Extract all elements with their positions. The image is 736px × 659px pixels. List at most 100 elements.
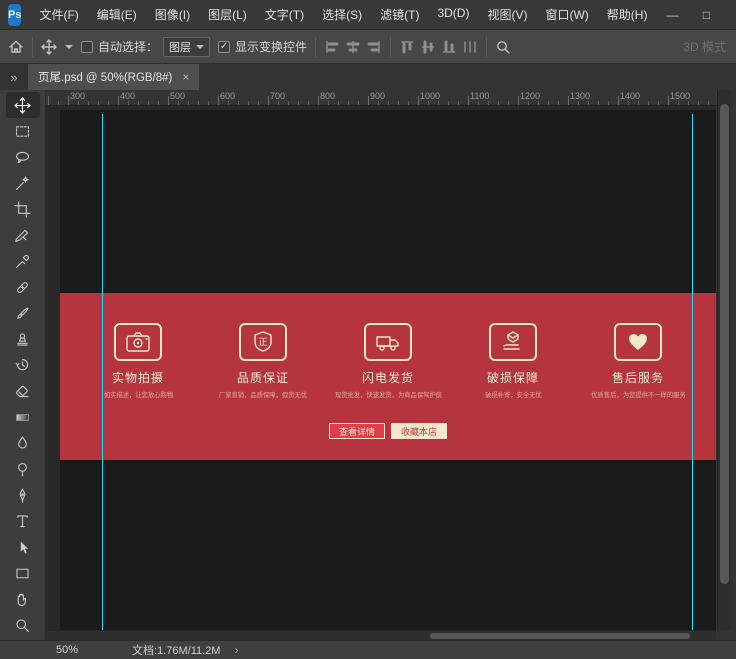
horizontal-scrollbar[interactable] <box>46 630 716 640</box>
show-transform-label: 显示变换控件 <box>235 38 307 55</box>
status-chevron-icon[interactable]: › <box>234 643 238 657</box>
guide-right[interactable] <box>692 114 693 630</box>
show-transform-checkbox[interactable]: ✓ <box>218 41 230 53</box>
menu-view[interactable]: 视图(V) <box>479 2 535 27</box>
align-middle-vertical-icon[interactable] <box>420 39 436 55</box>
feature-subtitle: 现货批发，快速发货，为商品保驾护航 <box>334 391 441 400</box>
distribute-spacing-icon[interactable] <box>462 39 478 55</box>
menu-3d[interactable]: 3D(D) <box>429 2 477 27</box>
ruler-tick: 800 <box>320 91 335 101</box>
canvas-area[interactable]: 实物拍摄 如实描述，让您放心购物 正 品质保证 厂家直销，品质保障，假货无忧 <box>46 106 716 630</box>
document-tab[interactable]: 页尾.psd @ 50%(RGB/8#) × <box>28 64 199 90</box>
feature-subtitle: 厂家直销，品质保障，假货无忧 <box>219 391 307 400</box>
ruler-tick: 1200 <box>520 91 540 101</box>
horizontal-scrollbar-thumb[interactable] <box>430 633 690 639</box>
home-icon[interactable] <box>8 39 24 55</box>
tab-close-icon[interactable]: × <box>182 70 189 84</box>
history-brush-tool[interactable] <box>6 352 40 378</box>
divider <box>32 37 33 57</box>
options-bar: 自动选择： 图层 ✓ 显示变换控件 <box>0 30 736 64</box>
search-icon[interactable] <box>495 39 511 55</box>
ruler-tick: 1300 <box>570 91 590 101</box>
menu-image[interactable]: 图像(I) <box>147 2 198 27</box>
auto-select-label: 自动选择： <box>98 38 158 55</box>
heart-icon <box>614 323 662 361</box>
quality-badge-icon: 正 <box>239 323 287 361</box>
tab-title: 页尾.psd @ 50%(RGB/8#) <box>38 69 172 85</box>
feature-title: 闪电发货 <box>362 369 414 386</box>
chevron-down-icon <box>65 45 73 49</box>
align-right-icon[interactable] <box>366 39 382 55</box>
menu-select[interactable]: 选择(S) <box>314 2 370 27</box>
eraser-tool[interactable] <box>6 378 40 404</box>
path-select-tool[interactable] <box>6 534 40 560</box>
distribute-buttons <box>399 39 478 55</box>
lasso-tool[interactable] <box>6 144 40 170</box>
photoshop-window: Ps 文件(F) 编辑(E) 图像(I) 图层(L) 文字(T) 选择(S) 滤… <box>0 0 736 659</box>
align-top-icon[interactable] <box>399 39 415 55</box>
gradient-tool[interactable] <box>6 404 40 430</box>
auto-select-control[interactable]: 自动选择： 图层 <box>81 37 210 57</box>
align-bottom-icon[interactable] <box>441 39 457 55</box>
right-edge-strip <box>731 90 736 640</box>
zoom-level-field[interactable]: 50% <box>56 644 78 656</box>
guide-left[interactable] <box>102 114 103 630</box>
menu-file[interactable]: 文件(F) <box>31 2 86 27</box>
tab-bar: » 页尾.psd @ 50%(RGB/8#) × <box>0 64 736 90</box>
photoshop-logo-text: Ps <box>8 9 21 21</box>
dodge-tool[interactable] <box>6 456 40 482</box>
divider <box>486 37 487 57</box>
banner-buttons: 查看详情 收藏本店 <box>60 423 716 439</box>
crop-tool[interactable] <box>6 196 40 222</box>
ruler-tick: 700 <box>270 91 285 101</box>
menu-layer[interactable]: 图层(L) <box>200 2 255 27</box>
feature-block: 正 品质保证 厂家直销，品质保障，假货无忧 <box>203 323 323 400</box>
scrollbar-corner <box>716 630 736 640</box>
feature-block: 售后服务 优质售后，为您提供不一样的服务 <box>578 323 698 400</box>
pen-tool[interactable] <box>6 482 40 508</box>
auto-select-checkbox[interactable] <box>81 41 93 53</box>
status-bar: 50% 文档:1.76M/11.2M › <box>0 640 736 659</box>
document-canvas[interactable]: 实物拍摄 如实描述，让您放心购物 正 品质保证 厂家直销，品质保障，假货无忧 <box>60 110 716 630</box>
zoom-tool[interactable] <box>6 612 40 638</box>
ruler-tick: 1500 <box>670 91 690 101</box>
type-tool[interactable] <box>6 508 40 534</box>
horizontal-ruler[interactable]: 300 400 500 600 700 800 900 1000 1100 12… <box>46 90 716 106</box>
feature-subtitle: 破损补寄，安全无忧 <box>485 391 542 400</box>
move-tool-icon <box>41 39 57 55</box>
move-tool[interactable] <box>6 92 40 118</box>
shape-tool[interactable] <box>6 560 40 586</box>
eyedropper-tool[interactable] <box>6 248 40 274</box>
hand-tool[interactable] <box>6 586 40 612</box>
brush-tool[interactable] <box>6 300 40 326</box>
collapse-panels-icon[interactable]: » <box>0 64 28 90</box>
menu-filter[interactable]: 滤镜(T) <box>372 2 427 27</box>
banner-artwork: 实物拍摄 如实描述，让您放心购物 正 品质保证 厂家直销，品质保障，假货无忧 <box>60 293 716 460</box>
healing-brush-tool[interactable] <box>6 274 40 300</box>
damage-protect-icon <box>489 323 537 361</box>
close-button[interactable]: × <box>723 1 736 29</box>
camera-icon <box>114 323 162 361</box>
align-center-horizontal-icon[interactable] <box>345 39 361 55</box>
photoshop-logo[interactable]: Ps <box>8 4 21 26</box>
align-left-icon[interactable] <box>324 39 340 55</box>
quick-select-tool[interactable] <box>6 170 40 196</box>
menu-type[interactable]: 文字(T) <box>257 2 312 27</box>
auto-select-value: 图层 <box>169 39 191 55</box>
slice-tool[interactable] <box>6 222 40 248</box>
minimize-button[interactable]: — <box>655 1 689 29</box>
window-controls: — □ × <box>655 1 736 29</box>
show-transform-control[interactable]: ✓ 显示变换控件 <box>218 38 307 55</box>
move-tool-preset[interactable] <box>41 39 73 55</box>
maximize-button[interactable]: □ <box>689 1 723 29</box>
menu-edit[interactable]: 编辑(E) <box>89 2 145 27</box>
marquee-tool[interactable] <box>6 118 40 144</box>
ruler-tick: 600 <box>220 91 235 101</box>
vertical-scrollbar[interactable] <box>717 90 731 640</box>
clone-stamp-tool[interactable] <box>6 326 40 352</box>
auto-select-dropdown[interactable]: 图层 <box>163 37 210 57</box>
menu-help[interactable]: 帮助(H) <box>599 2 656 27</box>
blur-tool[interactable] <box>6 430 40 456</box>
menu-window[interactable]: 窗口(W) <box>537 2 596 27</box>
vertical-scrollbar-thumb[interactable] <box>720 104 729 584</box>
